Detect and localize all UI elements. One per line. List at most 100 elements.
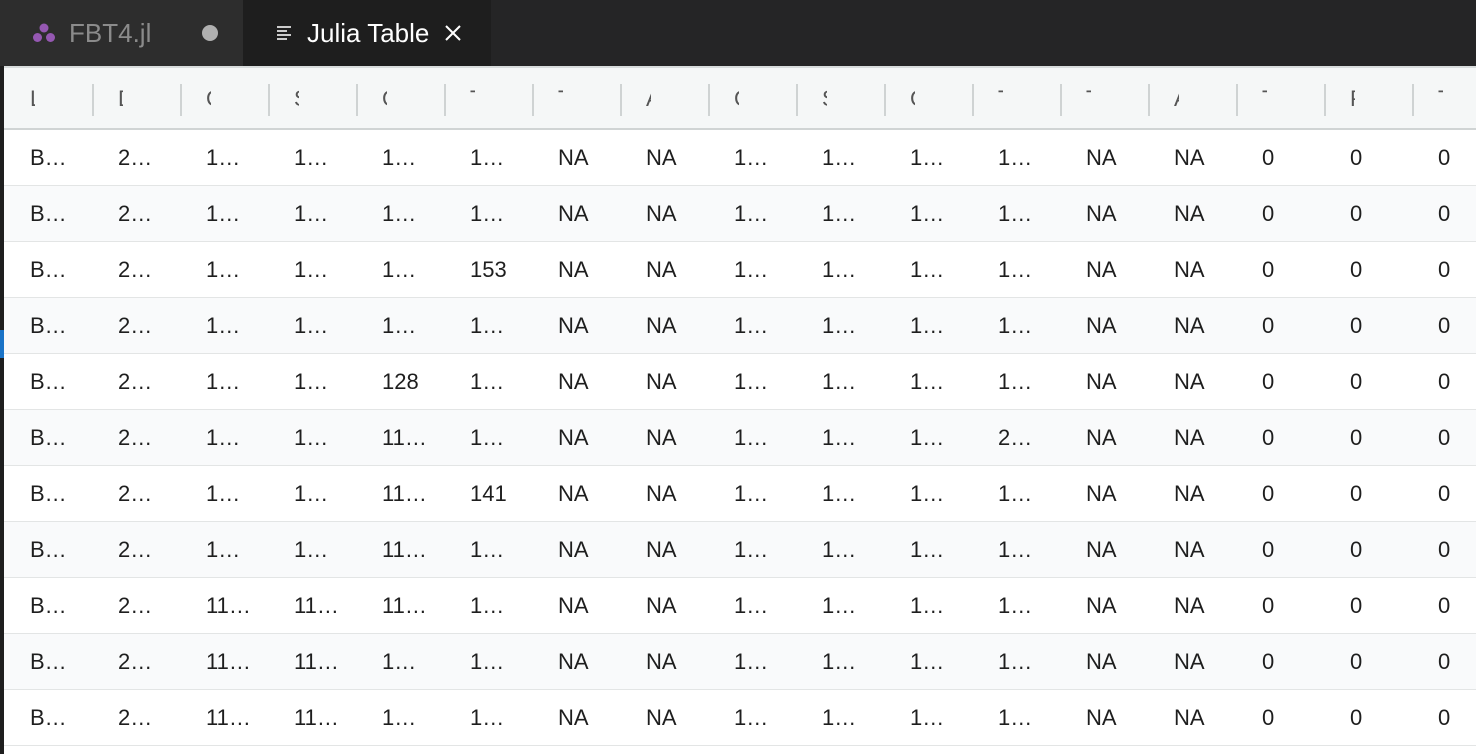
table-cell[interactable]: B… [30,186,67,242]
table-cell[interactable]: 0 [1438,690,1450,746]
table-cell[interactable]: 1… [734,410,768,466]
table-cell[interactable]: 1… [470,186,504,242]
table-cell[interactable]: 0 [1262,354,1274,410]
table-cell[interactable]: 0 [1262,298,1274,354]
column-resize-handle[interactable] [92,84,94,116]
table-cell[interactable]: B… [30,354,67,410]
table-cell[interactable]: 1… [998,466,1032,522]
table-cell[interactable]: 1… [822,634,856,690]
table-cell[interactable]: NA [558,130,589,186]
table-cell[interactable]: 2… [118,634,152,690]
table-cell[interactable]: 1… [470,634,504,690]
table-cell[interactable]: 1… [470,522,504,578]
table-row[interactable]: B… 2… 11… 11… 11… 1… NA NA 1… 1… 1… 1… NA NA 0 0 0 [4,578,1476,634]
table-cell[interactable]: NA [1174,634,1205,690]
table-cell[interactable]: 0 [1262,242,1274,298]
table-cell[interactable]: 1… [294,242,328,298]
table-cell[interactable]: NA [1086,634,1117,690]
table-cell[interactable]: NA [558,298,589,354]
table-cell[interactable]: 0 [1350,578,1362,634]
table-cell[interactable]: 1… [822,242,856,298]
table-cell[interactable]: 1… [470,354,504,410]
table-cell[interactable]: 0 [1438,130,1450,186]
table-cell[interactable]: 1… [294,354,328,410]
table-cell[interactable]: 1… [822,130,856,186]
table-cell[interactable]: 1… [822,522,856,578]
table-cell[interactable]: 1… [910,410,944,466]
column-header[interactable]: T [1412,68,1476,128]
table-cell[interactable]: NA [646,578,677,634]
table-cell[interactable]: 2… [118,410,152,466]
table-cell[interactable]: 1… [822,186,856,242]
table-cell[interactable]: 0 [1350,410,1362,466]
table-cell[interactable]: 0 [1438,410,1450,466]
table-cell[interactable]: 0 [1262,410,1274,466]
table-cell[interactable]: 0 [1438,242,1450,298]
table-cell[interactable]: 1… [998,354,1032,410]
table-cell[interactable]: NA [558,634,589,690]
table-cell[interactable]: 1… [910,354,944,410]
column-resize-handle[interactable] [532,84,534,116]
table-cell[interactable]: 0 [1438,298,1450,354]
table-cell[interactable]: 1… [910,690,944,746]
table-cell[interactable]: NA [1174,130,1205,186]
table-cell[interactable]: 1… [206,410,240,466]
table-row[interactable]: B… 2… 1… 1… 11… 1… NA NA 1… 1… 1… 2… NA NA 0 0 0 [4,410,1476,466]
table-cell[interactable]: 1… [998,634,1032,690]
table-cell[interactable]: NA [646,186,677,242]
table-cell[interactable]: 1… [382,690,416,746]
table-cell[interactable]: 1… [382,186,416,242]
table-row[interactable]: B… 2… 1… 1… 1… 153 NA NA 1… 1… 1… 1… NA NA 0 0 0 [4,242,1476,298]
table-cell[interactable]: 1… [294,410,328,466]
column-header[interactable]: T [972,68,1060,128]
table-cell[interactable]: 153 [470,242,507,298]
table-cell[interactable]: 2… [118,578,152,634]
table-cell[interactable]: NA [1086,578,1117,634]
column-resize-handle[interactable] [1060,84,1062,116]
table-cell[interactable]: NA [1086,354,1117,410]
table-cell[interactable]: 1… [206,186,240,242]
column-header[interactable]: T [532,68,620,128]
column-resize-handle[interactable] [708,84,710,116]
tab-fbt4[interactable]: FBT4.jl [0,0,243,66]
column-header[interactable]: A [620,68,708,128]
table-cell[interactable]: NA [1174,690,1205,746]
table-cell[interactable]: 1… [734,522,768,578]
table-cell[interactable]: NA [1174,186,1205,242]
table-cell[interactable]: NA [1086,130,1117,186]
table-cell[interactable]: 2… [118,466,152,522]
table-cell[interactable]: 11… [294,578,339,634]
table-cell[interactable]: 0 [1350,130,1362,186]
column-header[interactable]: C [708,68,796,128]
table-row[interactable]: B… 2… 1… 1… 1… 1… NA NA 1… 1… 1… 1… NA NA 0 0 0 [4,186,1476,242]
table-cell[interactable]: 2… [118,298,152,354]
data-table[interactable]: LDCSCTTACSCTTATPT B…2…1…1…1…1…NANA1…1…1…… [4,66,1476,754]
table-cell[interactable]: 1… [470,578,504,634]
column-header[interactable]: A [1148,68,1236,128]
table-cell[interactable]: 1… [734,298,768,354]
table-cell[interactable]: 1… [910,186,944,242]
table-cell[interactable]: 2… [118,130,152,186]
table-cell[interactable]: NA [646,298,677,354]
table-cell[interactable]: 1… [294,522,328,578]
column-resize-handle[interactable] [180,84,182,116]
table-cell[interactable]: B… [30,634,67,690]
table-cell[interactable]: 1… [910,634,944,690]
table-cell[interactable]: NA [558,466,589,522]
table-cell[interactable]: 1… [206,466,240,522]
table-cell[interactable]: 1… [382,130,416,186]
table-cell[interactable]: 1… [910,466,944,522]
column-resize-handle[interactable] [444,84,446,116]
table-cell[interactable]: NA [646,634,677,690]
column-header[interactable]: D [92,68,180,128]
table-cell[interactable]: 0 [1350,298,1362,354]
table-cell[interactable]: 1… [206,130,240,186]
column-resize-handle[interactable] [620,84,622,116]
table-cell[interactable]: 0 [1262,578,1274,634]
table-cell[interactable]: 1… [998,242,1032,298]
table-cell[interactable]: 0 [1438,634,1450,690]
table-cell[interactable]: NA [1174,298,1205,354]
table-cell[interactable]: 1… [910,522,944,578]
column-header[interactable]: C [180,68,268,128]
table-cell[interactable]: B… [30,466,67,522]
